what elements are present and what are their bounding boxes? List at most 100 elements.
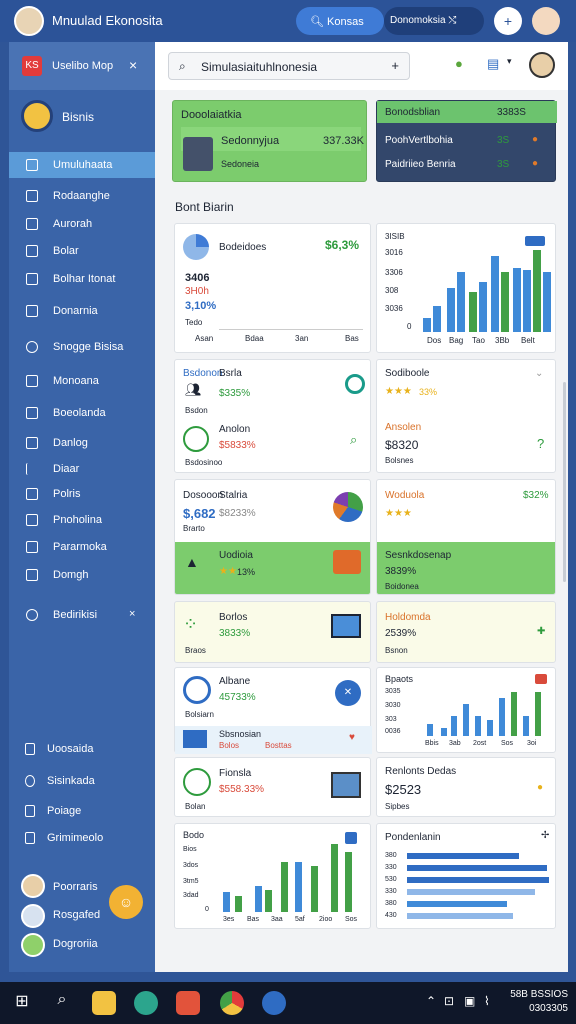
- chevron-icon[interactable]: ⌄: [535, 368, 543, 379]
- hbar-chart-card[interactable]: Pondenlanin ✢ 380 330 530 330 380 430: [376, 823, 556, 929]
- sidebar-item-6[interactable]: Snogge Bisisa: [9, 334, 155, 360]
- sidebar-item-12[interactable]: Pnoholina: [9, 507, 155, 533]
- monitor-icon: [26, 375, 38, 387]
- search-icon[interactable]: ⌕: [350, 432, 357, 448]
- people-icon: 👥︎: [185, 382, 202, 397]
- bulb-icon[interactable]: ●: [455, 56, 463, 71]
- kpi-card-8[interactable]: Fionsla $558.33% Bolan: [174, 757, 371, 817]
- sidebar-item-11[interactable]: Polris: [9, 481, 155, 507]
- heart-icon[interactable]: ♥: [349, 732, 355, 743]
- bar-chart-card-3[interactable]: Bodo Bios 3dos 3tm5 3dad 0 3es Bas 3aa 5…: [174, 823, 371, 929]
- kpi-card-3[interactable]: Dosooon Stalria $,682 $8233% Brarto ▲ Uo…: [174, 479, 371, 595]
- app-tray-icon[interactable]: ▣: [464, 994, 475, 1008]
- windows-start-icon[interactable]: ⊞: [10, 991, 34, 1015]
- search-input[interactable]: ⌕ Simulasiaituhlnonesia +: [168, 52, 410, 80]
- folder-icon[interactable]: [92, 991, 116, 1015]
- chevron-up-icon[interactable]: ⌃: [426, 994, 436, 1008]
- main-panel: ⌕ Simulasiaituhlnonesia + ● ▤ ▾ Dooolaia…: [155, 42, 568, 972]
- footer-item-0[interactable]: Uoosaida: [9, 736, 155, 762]
- logo-icon: KS: [22, 56, 42, 76]
- check-icon: [26, 437, 38, 449]
- footer-item-2[interactable]: Poiage: [9, 798, 155, 824]
- sidebar-item-10[interactable]: Diaar: [9, 456, 155, 482]
- bar-chart-card-1[interactable]: 3ISIB 3016 3306 308 3036 0 Dos Bag Tao 3…: [376, 223, 556, 353]
- person-icon: ▲: [185, 554, 199, 570]
- sidebar-item-9[interactable]: Danlog: [9, 430, 155, 456]
- sidebar-item-4[interactable]: Bolhar Itonat: [9, 266, 155, 292]
- footer-item-1[interactable]: Sisinkada: [9, 768, 155, 794]
- network-icon[interactable]: ⊡: [444, 994, 454, 1008]
- bar: [331, 844, 338, 912]
- bar: [499, 698, 505, 736]
- sidebar-item-5[interactable]: Donarnia: [9, 298, 155, 324]
- chat-fab-button[interactable]: ☺: [109, 885, 143, 919]
- footer-item-3[interactable]: Grimimeolo: [9, 825, 155, 851]
- pin-icon[interactable]: ✢: [541, 830, 549, 841]
- bar: [265, 890, 272, 912]
- profile-avatar[interactable]: [21, 100, 53, 132]
- featured-card[interactable]: Dooolaiatkia Sedonnyjua 337.33K Sedoneia: [172, 100, 367, 182]
- scrollbar[interactable]: [563, 382, 566, 582]
- user-avatar[interactable]: [21, 933, 45, 957]
- sidebar-item-14[interactable]: Domgh: [9, 562, 155, 588]
- edit-icon: [26, 514, 38, 526]
- plus-icon[interactable]: +: [391, 58, 399, 73]
- help-icon[interactable]: ?: [537, 436, 544, 451]
- clock[interactable]: 58B BSSIOS 0303305: [510, 988, 568, 1016]
- kpi-card-9[interactable]: Renlonts Dedas $2523 Sipbes ●: [376, 757, 556, 817]
- sidebar-item-1[interactable]: Rodaanghe: [9, 183, 155, 209]
- chevron-down-icon[interactable]: ▾: [507, 56, 512, 67]
- stars-icon: ★★★: [385, 386, 412, 397]
- app-icon[interactable]: [262, 991, 286, 1015]
- taskbar: ⊞ ⌕ ⌃ ⊡ ▣ ⌇ 58B BSSIOS 0303305: [0, 982, 576, 1024]
- bar: [523, 270, 531, 332]
- top-select[interactable]: Donomoksia ⤭: [384, 7, 484, 35]
- target-icon[interactable]: [345, 374, 365, 394]
- kpi-card-5[interactable]: ⁘ Borlos 3833% Braos: [174, 601, 371, 663]
- kpi-card-4[interactable]: Woduola $32% ★★★ Sesnkdosenap 3839% Boid…: [376, 479, 556, 595]
- sidebar-item-8[interactable]: Boeolanda: [9, 400, 155, 426]
- sidebar-item-13[interactable]: Pararmoka: [9, 534, 155, 560]
- hbar: [407, 877, 549, 883]
- window-icon: [26, 190, 38, 202]
- sidebar-item-2[interactable]: Aurorah: [9, 211, 155, 237]
- tools-icon[interactable]: ✕: [335, 680, 361, 706]
- app-avatar[interactable]: [14, 6, 44, 36]
- sidebar-item-3[interactable]: Bolar: [9, 238, 155, 264]
- close-icon[interactable]: ×: [129, 57, 137, 73]
- sidebar-item-7[interactable]: Monoana: [9, 368, 155, 394]
- stars-icon: ★★: [219, 566, 237, 577]
- bar: [523, 716, 529, 736]
- top-search-button[interactable]: 🔍︎ Konsas: [296, 7, 384, 35]
- close-icon[interactable]: ×: [129, 608, 135, 620]
- sidebar-item-0[interactable]: Umuluhaata: [9, 152, 155, 178]
- kpi-card-7[interactable]: Albane 45733% Bolsiarn ✕ Sbsnosian Bolos…: [174, 667, 372, 754]
- header-avatar[interactable]: [529, 52, 555, 78]
- message-icon[interactable]: ▤: [487, 56, 499, 72]
- chrome-icon[interactable]: [220, 991, 244, 1015]
- wifi-icon[interactable]: ⌇: [484, 994, 490, 1008]
- kpi-card-1[interactable]: Bodeidoes $6,3% 3406 3H0h 3,10% Tedo Asa…: [174, 223, 371, 353]
- section-title: Bont Biarin: [175, 200, 234, 214]
- user-avatar[interactable]: [21, 874, 45, 898]
- hbar: [407, 889, 535, 895]
- kpi-card-6[interactable]: Holdomda 2539% Bsnon ✚: [376, 601, 556, 663]
- sidebar-section[interactable]: Bedirikisi ×: [9, 602, 155, 628]
- bar-chart-card-2[interactable]: Bpaots 3035 3030 303 0036 Bbis 3ab 2ost …: [376, 667, 556, 753]
- bars-icon: [26, 218, 38, 230]
- bar-chart: [423, 686, 549, 736]
- sidebar: KS Uselibo Mop × Bisnis Umuluhaata Rodaa…: [9, 42, 155, 972]
- search-icon[interactable]: ⌕: [50, 991, 74, 1015]
- kpi-card-2[interactable]: Bsdonon Bsrla 👥︎ $335% Bsdon Anolon $583…: [174, 359, 371, 473]
- edit-icon[interactable]: [535, 674, 547, 684]
- sidebar-header: KS Uselibo Mop ×: [9, 42, 155, 90]
- add-button[interactable]: +: [494, 7, 522, 35]
- summary-card[interactable]: Bonodsblian 3383S PoohVertlbohia 3S ● Pa…: [376, 100, 557, 182]
- sheet-icon: [183, 426, 209, 452]
- profile-avatar[interactable]: [532, 7, 560, 35]
- edge-icon[interactable]: [134, 991, 158, 1015]
- user-avatar[interactable]: [21, 904, 45, 928]
- bar: [223, 892, 230, 912]
- store-icon[interactable]: [176, 991, 200, 1015]
- rating-card[interactable]: Sodiboole ⌄ ★★★ 33% Ansolen $8320 Bolsne…: [376, 359, 556, 473]
